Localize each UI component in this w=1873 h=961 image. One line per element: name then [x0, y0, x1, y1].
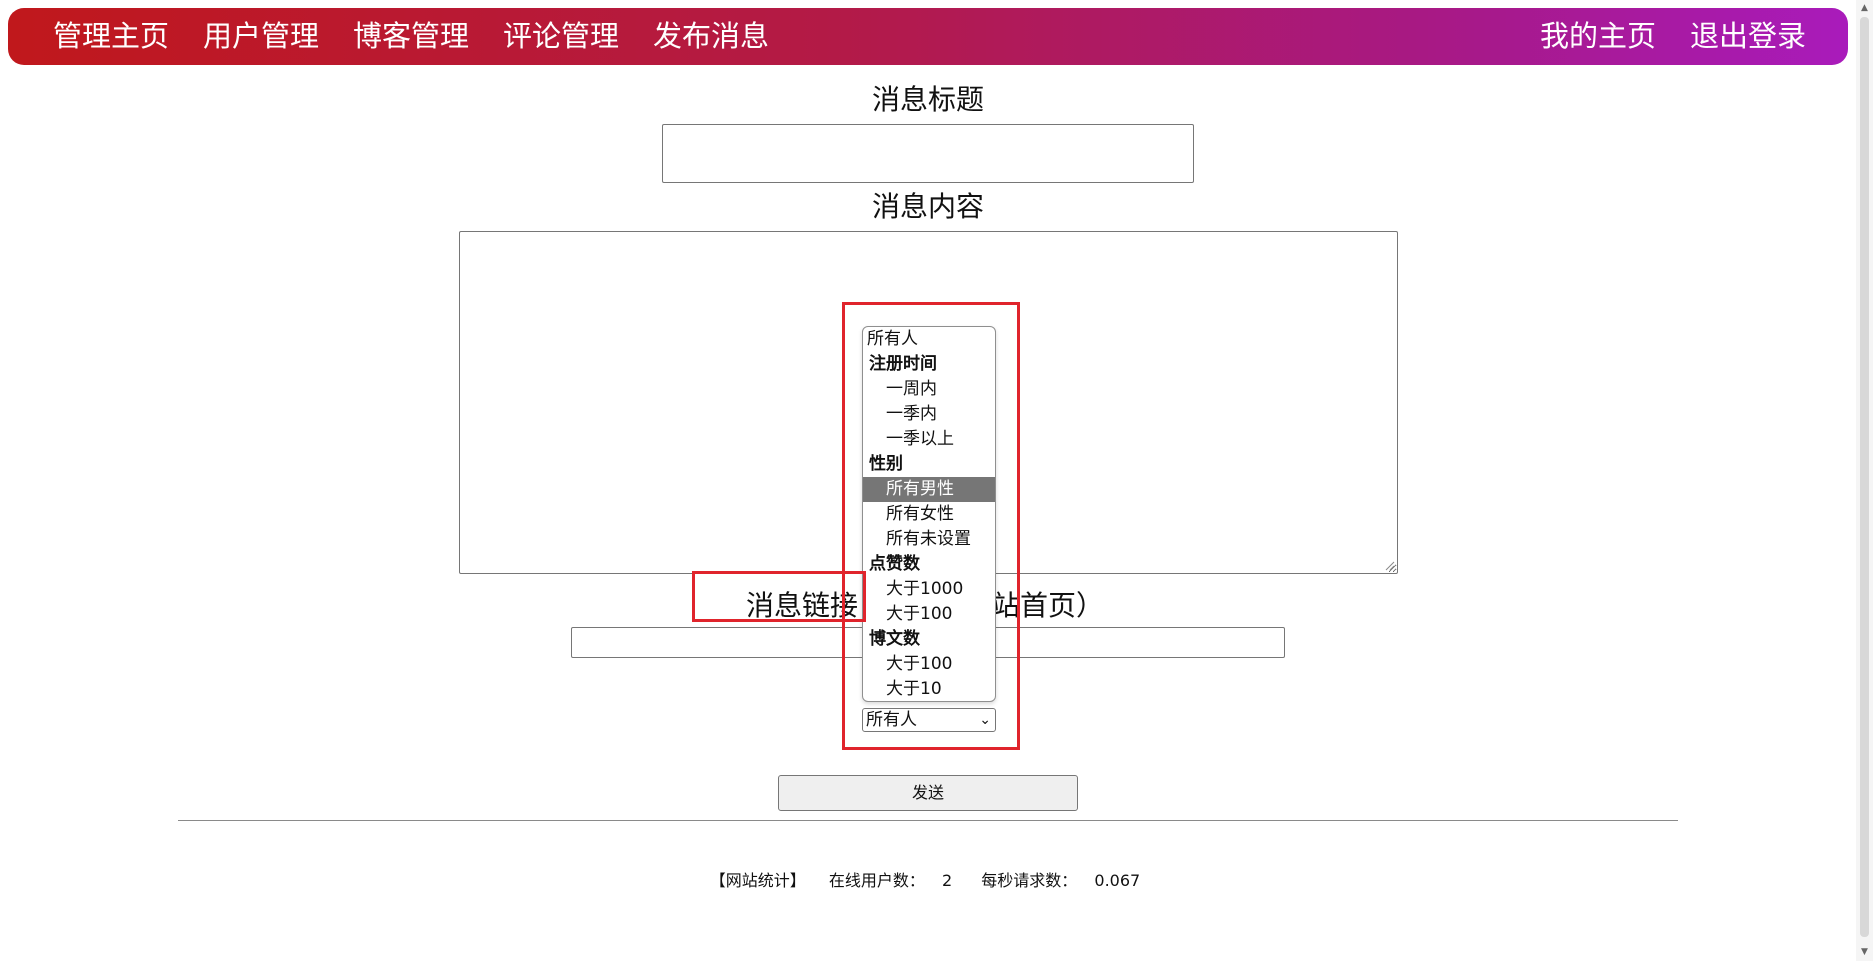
option-posts-over-100[interactable]: 大于100 — [863, 652, 995, 677]
optgroup-register-time: 注册时间 — [869, 354, 937, 374]
divider — [178, 820, 1678, 821]
option-likes-over-1000[interactable]: 大于1000 — [863, 577, 995, 602]
chevron-down-icon: ⌄ — [979, 712, 991, 728]
scroll-down-arrow-icon[interactable]: ▼ — [1856, 944, 1873, 961]
online-users-value: 2 — [942, 871, 953, 890]
nav-logout[interactable]: 退出登录 — [1690, 8, 1806, 65]
option-all-female[interactable]: 所有女性 — [863, 502, 995, 527]
optgroup-likes: 点赞数 — [869, 554, 920, 574]
nav-user-manage[interactable]: 用户管理 — [203, 8, 319, 65]
scrollbar-thumb[interactable] — [1860, 17, 1869, 937]
message-title-label: 消息标题 — [872, 83, 985, 116]
option-all-male[interactable]: 所有男性 — [863, 477, 995, 502]
option-everyone[interactable]: 所有人 — [863, 327, 995, 352]
send-button[interactable]: 发送 — [778, 775, 1078, 811]
online-users-label: 在线用户数： — [828, 871, 925, 890]
option-within-quarter[interactable]: 一季内 — [863, 402, 995, 427]
audience-select[interactable]: 所有人 ⌄ — [862, 708, 996, 732]
message-link-label-tail: 站首页） — [992, 589, 1105, 622]
top-navbar: 管理主页 用户管理 博客管理 评论管理 发布消息 我的主页 退出登录 — [8, 8, 1848, 65]
resize-grip-icon[interactable] — [1383, 559, 1395, 571]
requests-per-second-value: 0.067 — [1094, 871, 1141, 890]
option-posts-over-10[interactable]: 大于10 — [863, 677, 995, 701]
audience-dropdown-list[interactable]: 所有人 注册时间 一周内 一季内 一季以上 性别 所有男性 所有女性 所有未设置… — [862, 326, 996, 702]
site-stats-footer: 【网站统计】 在线用户数： 2 每秒请求数： 0.067 — [0, 867, 1856, 891]
message-link-label: 消息链接 — [746, 589, 859, 622]
option-over-quarter[interactable]: 一季以上 — [863, 427, 995, 452]
requests-per-second-label: 每秒请求数： — [981, 871, 1078, 890]
option-within-week[interactable]: 一周内 — [863, 377, 995, 402]
scroll-up-arrow-icon[interactable]: ▲ — [1856, 0, 1873, 17]
page-scrollbar[interactable]: ▲ ▼ — [1856, 0, 1873, 961]
optgroup-post-count: 博文数 — [869, 629, 920, 649]
nav-admin-home[interactable]: 管理主页 — [53, 8, 169, 65]
message-title-input[interactable] — [662, 124, 1194, 183]
nav-blog-manage[interactable]: 博客管理 — [353, 8, 469, 65]
stats-title: 【网站统计】 — [709, 871, 806, 890]
optgroup-gender: 性别 — [869, 454, 903, 474]
option-likes-over-100[interactable]: 大于100 — [863, 602, 995, 627]
nav-publish-message[interactable]: 发布消息 — [653, 8, 769, 65]
nav-my-homepage[interactable]: 我的主页 — [1540, 8, 1656, 65]
message-content-label: 消息内容 — [872, 190, 985, 223]
nav-comment-manage[interactable]: 评论管理 — [503, 8, 619, 65]
option-all-unset[interactable]: 所有未设置 — [863, 527, 995, 552]
audience-select-value: 所有人 — [866, 710, 917, 730]
